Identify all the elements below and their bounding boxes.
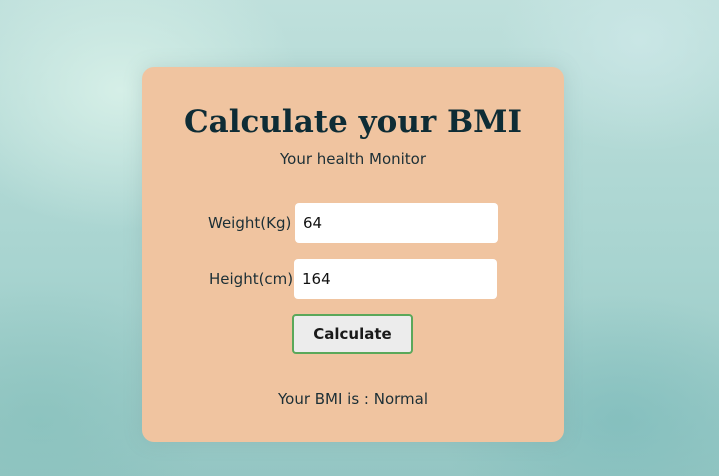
bmi-card: Calculate your BMI Your health Monitor W… [142, 67, 564, 442]
weight-label: Weight(Kg) [208, 214, 292, 232]
height-input[interactable] [294, 259, 497, 299]
page-title: Calculate your BMI [183, 104, 523, 140]
calculate-button[interactable]: Calculate [292, 314, 413, 354]
weight-input[interactable] [295, 203, 498, 243]
bmi-result: Your BMI is : Normal [277, 390, 429, 408]
page-subtitle: Your health Monitor [279, 150, 427, 168]
height-label: Height(cm) [209, 270, 294, 288]
